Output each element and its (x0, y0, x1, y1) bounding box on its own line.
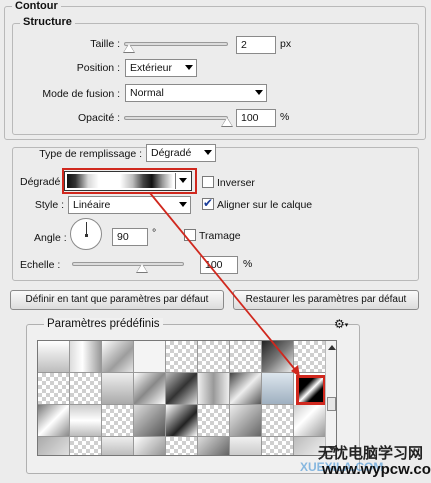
watermark-url: www.wypcw.com (322, 461, 431, 478)
annotation-arrow (149, 192, 300, 377)
